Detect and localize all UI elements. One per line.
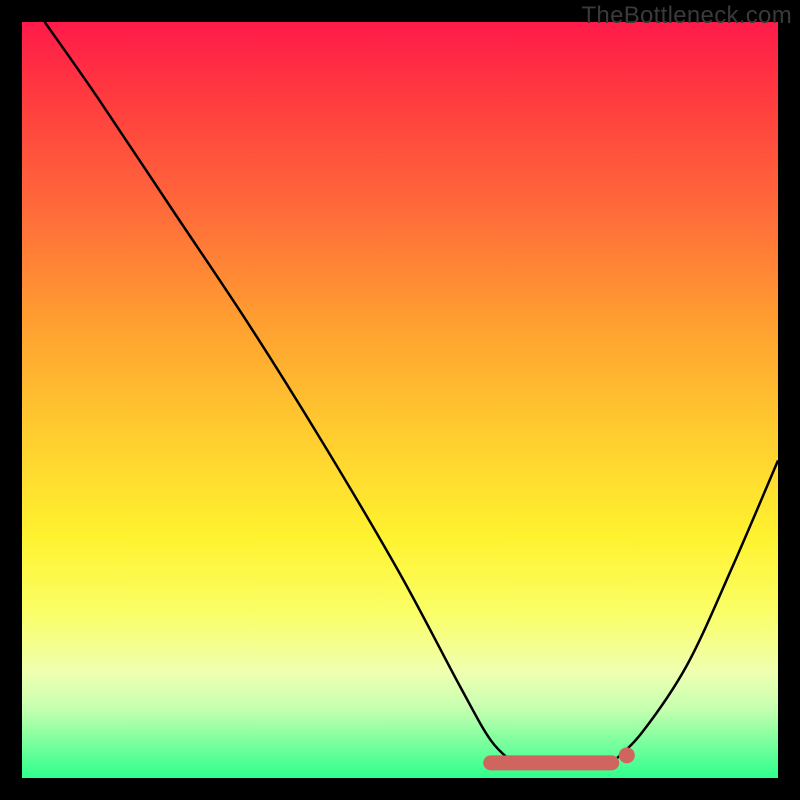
gradient-plot-area [22,22,778,778]
chart-svg [22,22,778,778]
left-curve [45,22,514,763]
watermark-text: TheBottleneck.com [581,2,792,30]
marker-dot [619,747,635,763]
right-curve [612,460,778,762]
